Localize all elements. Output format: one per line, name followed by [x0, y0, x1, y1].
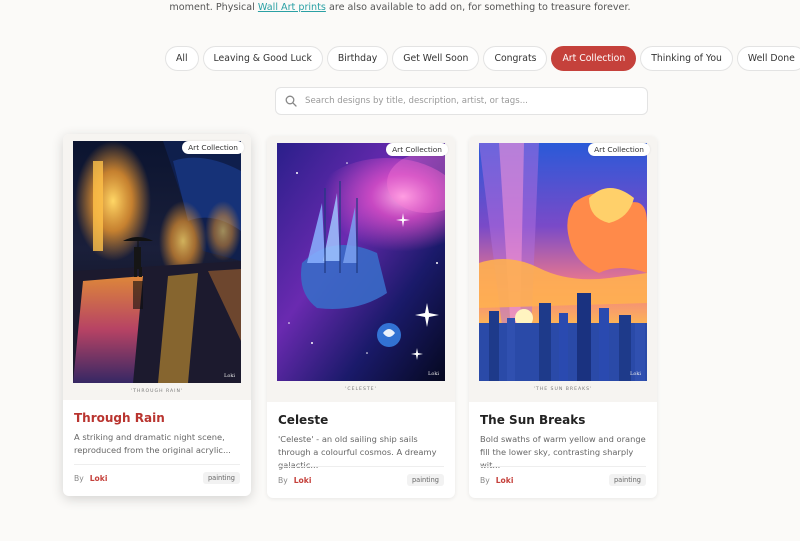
category-badge: Art Collection: [386, 143, 448, 156]
filter-all[interactable]: All: [165, 46, 199, 71]
intro-after: are also available to add on, for someth…: [325, 2, 631, 13]
artist-signature: Loki: [224, 373, 235, 379]
filter-art-collection[interactable]: Art Collection: [551, 46, 637, 71]
byline-prefix: By: [480, 476, 490, 485]
byline-prefix: By: [74, 474, 84, 483]
author-link[interactable]: Loki: [496, 476, 514, 485]
the-sun-breaks-artwork[interactable]: Loki: [479, 143, 647, 381]
card-artwork-frame: Loki 'THE SUN BREAKS' Art Collection: [469, 136, 657, 402]
artwork-caption: 'THE SUN BREAKS': [533, 387, 593, 392]
intro-text: moment. Physical Wall Art prints are als…: [0, 2, 800, 13]
card-byline: By Loki: [278, 476, 311, 485]
card-divider: [480, 466, 646, 467]
artwork-caption: 'CELESTE': [345, 387, 377, 392]
card-artwork-frame: Loki 'THROUGH RAIN' Art Collection: [63, 134, 251, 400]
card-artwork-frame: Loki 'CELESTE' Art Collection: [267, 136, 455, 402]
card-description: A striking and dramatic night scene, rep…: [74, 432, 231, 455]
card-title[interactable]: Through Rain: [74, 411, 165, 425]
author-link[interactable]: Loki: [294, 476, 312, 485]
artist-signature: Loki: [428, 371, 439, 377]
artwork-caption: 'THROUGH RAIN': [130, 389, 184, 394]
filter-birthday[interactable]: Birthday: [326, 46, 389, 71]
through-rain-artwork[interactable]: Loki: [73, 141, 241, 383]
card-tag[interactable]: painting: [406, 474, 444, 486]
card-divider: [278, 466, 444, 467]
category-badge: Art Collection: [588, 143, 650, 156]
design-card-through-rain[interactable]: Loki 'THROUGH RAIN' Art Collection Throu…: [63, 134, 251, 496]
card-byline: By Loki: [480, 476, 513, 485]
author-link[interactable]: Loki: [90, 474, 108, 483]
filter-get-well-soon[interactable]: Get Well Soon: [392, 46, 480, 71]
filter-congrats[interactable]: Congrats: [483, 46, 548, 71]
celeste-artwork[interactable]: Loki: [277, 143, 445, 381]
card-title[interactable]: The Sun Breaks: [480, 413, 585, 427]
search-icon: [285, 95, 297, 107]
filter-thinking-of-you[interactable]: Thinking of You: [640, 46, 733, 71]
search-input[interactable]: [305, 96, 625, 106]
card-divider: [74, 464, 240, 465]
design-card-the-sun-breaks[interactable]: Loki 'THE SUN BREAKS' Art Collection The…: [469, 136, 657, 498]
byline-prefix: By: [278, 476, 288, 485]
intro-before: moment. Physical: [169, 2, 258, 13]
card-title[interactable]: Celeste: [278, 413, 328, 427]
wall-art-prints-link[interactable]: Wall Art prints: [258, 2, 326, 13]
card-tag[interactable]: painting: [608, 474, 646, 486]
card-tag[interactable]: painting: [202, 472, 240, 484]
category-badge: Art Collection: [182, 141, 244, 154]
card-byline: By Loki: [74, 474, 107, 483]
design-card-celeste[interactable]: Loki 'CELESTE' Art Collection Celeste 'C…: [267, 136, 455, 498]
artist-signature: Loki: [630, 371, 641, 377]
category-filter-bar: All Leaving & Good Luck Birthday Get Wel…: [165, 46, 800, 71]
filter-leaving-good-luck[interactable]: Leaving & Good Luck: [202, 46, 323, 71]
search-bar[interactable]: [275, 87, 648, 115]
filter-well-done[interactable]: Well Done: [736, 46, 800, 71]
